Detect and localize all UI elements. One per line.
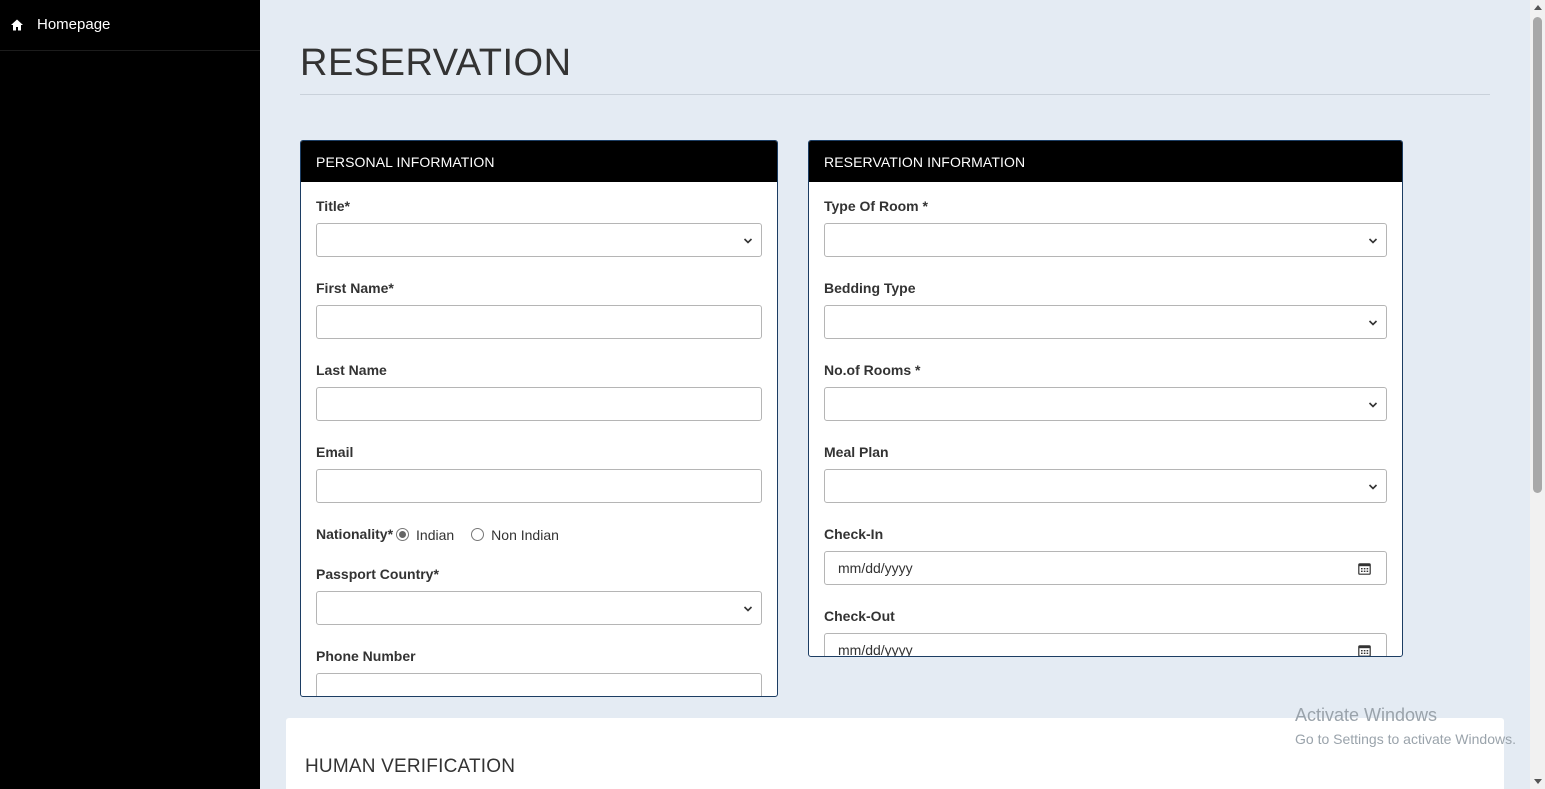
scroll-up-arrow-icon[interactable] [1534,5,1542,10]
chevron-down-icon [743,606,753,612]
nationality-row: Nationality* Indian Non Indian [316,526,762,543]
first-name-label: First Name* [316,280,394,296]
bedding-type-label: Bedding Type [824,280,916,296]
rooms-count-select[interactable] [824,387,1387,421]
meal-plan-select[interactable] [824,469,1387,503]
reservation-info-header: RESERVATION INFORMATION [809,141,1402,182]
email-label: Email [316,444,354,460]
passport-country-select[interactable] [316,591,762,625]
phone-number-label: Phone Number [316,648,416,664]
meal-plan-label: Meal Plan [824,444,889,460]
sidebar-item-homepage[interactable]: Homepage [0,0,260,51]
chevron-down-icon [1368,320,1378,326]
nationality-radio-indian[interactable] [396,528,410,541]
scrollbar-thumb[interactable] [1533,17,1542,493]
title-divider [300,94,1490,95]
chevron-down-icon [1368,238,1378,244]
first-name-input[interactable] [316,305,762,339]
bedding-type-select[interactable] [824,305,1387,339]
sidebar: Homepage [0,0,260,789]
check-out-placeholder: mm/dd/yyyy [838,642,913,657]
personal-info-header: PERSONAL INFORMATION [301,141,777,182]
reservation-info-panel: RESERVATION INFORMATION Type Of Room * B… [808,140,1403,657]
check-out-label: Check-Out [824,608,895,624]
chevron-down-icon [1368,484,1378,490]
personal-info-panel: PERSONAL INFORMATION Title* First Name* … [300,140,778,697]
check-in-label: Check-In [824,526,884,542]
home-icon [10,18,24,32]
last-name-input[interactable] [316,387,762,421]
page-title: RESERVATION [300,42,572,84]
nationality-option-indian: Indian [416,526,455,543]
room-type-label: Type Of Room * [824,198,928,214]
calendar-icon[interactable] [1358,562,1371,575]
calendar-icon[interactable] [1358,644,1371,657]
main-content: RESERVATION PERSONAL INFORMATION Title* … [260,0,1530,789]
scroll-down-arrow-icon[interactable] [1534,779,1542,784]
title-select[interactable] [316,223,762,257]
radio-selected-dot [399,531,407,538]
chevron-down-icon [743,238,753,244]
windows-activation-title: Activate Windows [1295,705,1438,725]
windows-activation-subtitle: Go to Settings to activate Windows. [1295,731,1516,747]
nationality-option-non-indian: Non Indian [491,526,559,543]
page-scrollbar[interactable] [1530,0,1545,789]
title-label: Title* [316,198,350,214]
human-verification-card: HUMAN VERIFICATION [286,718,1504,789]
check-out-date-input[interactable]: mm/dd/yyyy [824,633,1387,657]
email-input[interactable] [316,469,762,503]
passport-country-label: Passport Country* [316,566,439,582]
nationality-radio-non-indian[interactable] [471,528,485,541]
check-in-date-input[interactable]: mm/dd/yyyy [824,551,1387,585]
sidebar-item-label: Homepage [37,15,111,33]
last-name-label: Last Name [316,362,387,378]
check-in-placeholder: mm/dd/yyyy [838,560,913,576]
nationality-label: Nationality* [316,526,394,542]
chevron-down-icon [1368,402,1378,408]
room-type-select[interactable] [824,223,1387,257]
phone-number-input[interactable] [316,673,762,696]
rooms-count-label: No.of Rooms * [824,362,921,378]
human-verification-title: HUMAN VERIFICATION [305,756,516,777]
